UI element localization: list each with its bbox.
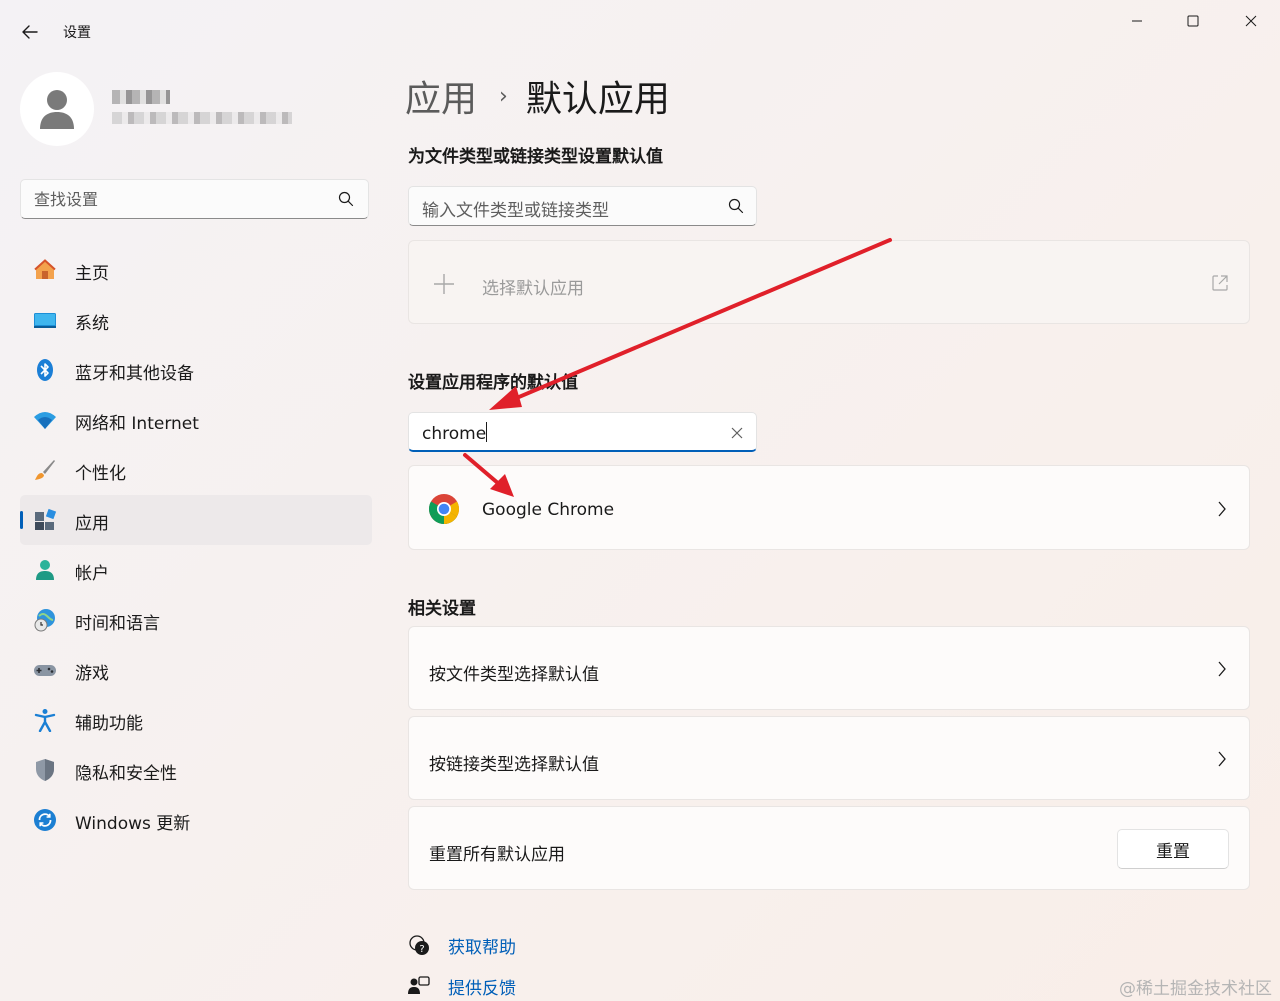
redacted-name-block (112, 90, 170, 104)
app-search-value: chrome (422, 422, 488, 444)
system-icon (33, 308, 57, 332)
sidebar-item-label: 隐私和安全性 (75, 764, 177, 784)
user-icon (40, 90, 74, 129)
choose-by-file-type-card[interactable]: 按文件类型选择默认值 (408, 626, 1250, 710)
watermark: @稀土掘金技术社区 (1119, 979, 1272, 999)
sidebar-item-label: 游戏 (75, 664, 109, 684)
help-icon: ? (409, 935, 429, 955)
sidebar-item-home[interactable]: 主页 (20, 245, 372, 295)
sidebar-item-label: 应用 (75, 514, 109, 534)
wifi-icon (33, 408, 57, 432)
sidebar-item-time-language[interactable]: 时间和语言 (20, 595, 372, 645)
reset-button[interactable]: 重置 (1117, 829, 1229, 869)
home-icon (33, 258, 57, 282)
search-icon[interactable] (338, 191, 354, 207)
svg-text:?: ? (419, 944, 424, 955)
feedback-link[interactable]: 提供反馈 (408, 972, 516, 1000)
get-help-link[interactable]: ? 获取帮助 (408, 931, 516, 959)
sidebar-item-personalization[interactable]: 个性化 (20, 445, 372, 495)
sidebar-item-label: 蓝牙和其他设备 (75, 364, 194, 384)
title-bar: 设置 (0, 0, 1280, 60)
gamepad-icon (33, 658, 57, 682)
chevron-right-icon (1218, 751, 1226, 767)
choose-default-app-card[interactable]: 选择默认应用 (408, 240, 1250, 324)
redacted-email-block (112, 112, 292, 124)
app-search-text: chrome (422, 424, 487, 444)
avatar[interactable] (20, 72, 94, 146)
account-icon (33, 558, 57, 582)
search-icon[interactable] (728, 198, 744, 214)
clear-icon[interactable] (730, 426, 744, 440)
user-name-redacted (108, 86, 298, 130)
get-help-label[interactable]: 获取帮助 (448, 933, 516, 958)
feedback-label[interactable]: 提供反馈 (448, 974, 516, 999)
open-external-icon[interactable] (1211, 274, 1229, 292)
minimize-button[interactable] (1114, 8, 1160, 34)
minimize-icon (1132, 20, 1142, 22)
sidebar-item-network[interactable]: 网络和 Internet (20, 395, 372, 445)
feedback-icon (408, 976, 430, 994)
settings-search[interactable] (20, 179, 369, 219)
maximize-icon (1187, 15, 1199, 27)
reset-all-defaults-card: 重置所有默认应用 重置 (408, 806, 1250, 890)
choose-by-file-type-label: 按文件类型选择默认值 (429, 665, 599, 685)
time-language-icon (33, 608, 57, 632)
chevron-right-icon (1218, 661, 1226, 677)
sidebar-item-label: 帐户 (75, 564, 109, 584)
maximize-button[interactable] (1170, 8, 1216, 34)
sidebar-item-label: 网络和 Internet (75, 414, 199, 434)
app-search-field[interactable]: chrome (408, 412, 757, 452)
sidebar-item-gaming[interactable]: 游戏 (20, 645, 372, 695)
reset-all-defaults-label: 重置所有默认应用 (429, 845, 565, 865)
breadcrumb-separator: › (499, 83, 508, 109)
choose-default-app-label: 选择默认应用 (482, 279, 584, 299)
sidebar-item-label: 个性化 (75, 464, 126, 484)
sidebar-item-label: 系统 (75, 314, 109, 334)
file-type-search-field[interactable]: 输入文件类型或链接类型 (408, 186, 757, 226)
sidebar-nav: 主页 系统 蓝牙和其他设备 网络和 Internet 个性化 应用 帐户 时间和… (20, 245, 372, 845)
update-icon (33, 808, 57, 832)
sidebar-item-label: Windows 更新 (75, 814, 191, 834)
brush-icon (33, 458, 57, 482)
choose-by-link-type-label: 按链接类型选择默认值 (429, 755, 599, 775)
sidebar-item-label: 主页 (75, 264, 109, 284)
app-result-google-chrome[interactable]: Google Chrome (408, 465, 1250, 550)
app-result-name: Google Chrome (482, 500, 615, 520)
accessibility-icon (33, 708, 57, 732)
text-caret (486, 422, 488, 442)
close-button[interactable] (1228, 8, 1274, 34)
back-button[interactable] (16, 18, 44, 46)
close-icon (1245, 15, 1257, 27)
plus-icon (434, 274, 454, 294)
apps-icon (33, 508, 57, 532)
choose-by-link-type-card[interactable]: 按链接类型选择默认值 (408, 716, 1250, 800)
chevron-right-icon (1218, 501, 1226, 517)
settings-search-input[interactable] (34, 188, 334, 210)
sidebar-item-privacy[interactable]: 隐私和安全性 (20, 745, 372, 795)
sidebar-item-accessibility[interactable]: 辅助功能 (20, 695, 372, 745)
sidebar-item-bluetooth[interactable]: 蓝牙和其他设备 (20, 345, 372, 395)
sidebar-item-accounts[interactable]: 帐户 (20, 545, 372, 595)
sidebar-item-label: 时间和语言 (75, 614, 160, 634)
sidebar-item-windows-update[interactable]: Windows 更新 (20, 795, 372, 845)
page-title: 默认应用 (525, 79, 670, 120)
bluetooth-icon (33, 358, 57, 382)
sidebar-item-system[interactable]: 系统 (20, 295, 372, 345)
app-title: 设置 (63, 25, 91, 41)
breadcrumb: 应用 › 默认应用 (405, 74, 670, 120)
file-type-search-placeholder: 输入文件类型或链接类型 (422, 201, 609, 221)
sidebar-item-apps[interactable]: 应用 (20, 495, 372, 545)
app-defaults-section-title: 设置应用程序的默认值 (408, 373, 578, 393)
breadcrumb-parent[interactable]: 应用 (405, 70, 477, 122)
back-arrow-icon (22, 25, 38, 39)
shield-icon (33, 758, 57, 782)
sidebar-item-label: 辅助功能 (75, 714, 143, 734)
related-settings-title: 相关设置 (408, 599, 476, 619)
file-types-section-title: 为文件类型或链接类型设置默认值 (408, 147, 663, 167)
chrome-icon (428, 494, 460, 524)
